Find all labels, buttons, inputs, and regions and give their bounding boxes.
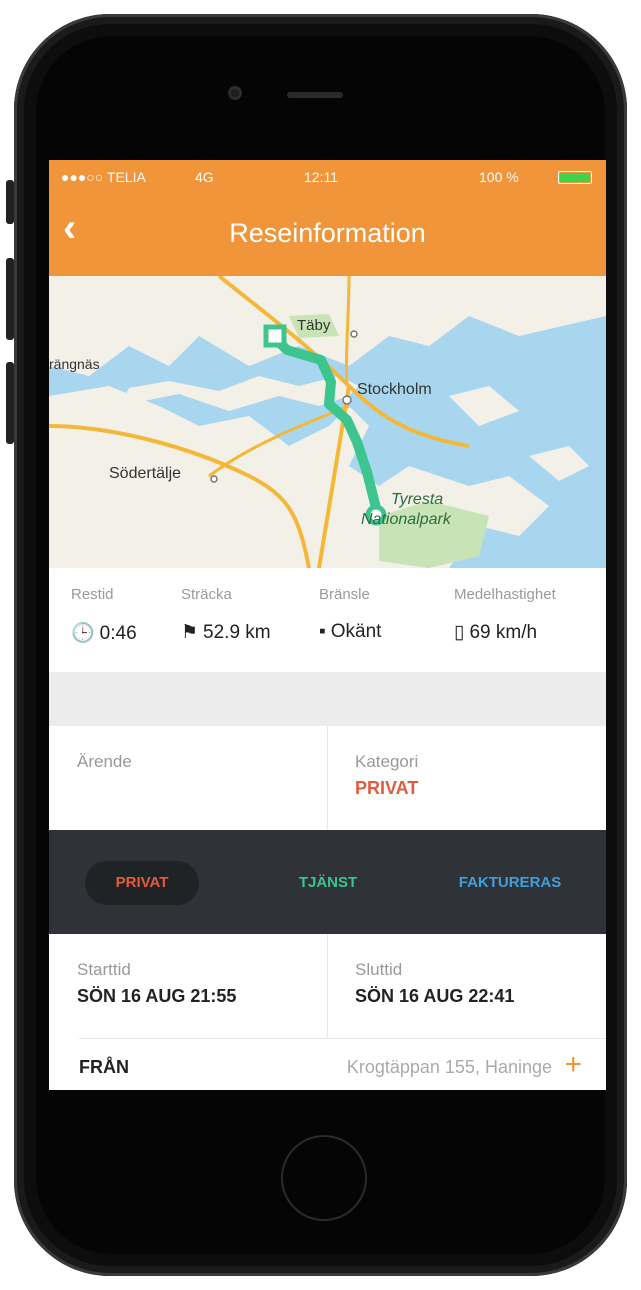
stat-value: 52.9 km — [203, 622, 271, 643]
start-time-label: Starttid — [77, 960, 131, 979]
route-map[interactable]: Täby rängnäs Stockholm Södertälje Tyrest… — [49, 276, 606, 568]
battery-icon — [558, 171, 592, 184]
clock-label: 12:11 — [304, 169, 338, 185]
category-label: Kategori — [355, 752, 419, 771]
stat-label: Bränsle — [319, 586, 370, 603]
segment-privat[interactable]: PRIVAT — [85, 861, 199, 905]
mute-switch — [6, 180, 14, 224]
battery-percent: 100 % — [479, 169, 519, 185]
end-time-label: Sluttid — [355, 960, 403, 979]
map-label-sodertalje: Södertälje — [109, 465, 181, 482]
errand-label: Ärende — [77, 752, 132, 771]
front-camera — [228, 86, 242, 100]
earpiece-speaker — [287, 92, 343, 98]
stat-label: Medelhastighet — [454, 586, 556, 603]
map-label-taby: Täby — [297, 317, 331, 334]
stat-avg-speed: Medelhastighet ▯ 69 km/h — [454, 586, 556, 644]
stat-value: Okänt — [330, 621, 382, 642]
category-field[interactable]: Kategori PRIVAT — [355, 752, 418, 799]
end-time-field[interactable]: Sluttid SÖN 16 AUG 22:41 — [355, 960, 514, 1007]
category-segmented-control: PRIVAT TJÄNST FAKTURERAS — [49, 830, 606, 934]
map-label-nationalpark: Nationalpark — [361, 511, 452, 528]
section-separator — [49, 672, 606, 726]
map-label-tyresta: Tyresta — [391, 491, 443, 508]
map-label-stockholm: Stockholm — [357, 381, 432, 398]
map-canvas: Täby rängnäs Stockholm Södertälje Tyrest… — [49, 276, 606, 568]
from-row[interactable]: FRÅN Krogtäppan 155, Haninge + — [49, 1038, 606, 1090]
network-label: 4G — [195, 169, 214, 185]
navigation-bar: ‹ Reseinformation — [49, 196, 606, 276]
fuel-icon: ▪ — [319, 621, 326, 642]
app-screen: ●●●○○ TELIA 4G 12:11 100 % ‹ Reseinforma… — [49, 160, 606, 1090]
category-value: PRIVAT — [355, 778, 419, 798]
volume-down-button — [6, 362, 14, 444]
carrier-label: ●●●○○ TELIA — [61, 169, 146, 185]
page-title: Reseinformation — [229, 218, 426, 248]
segment-tjanst[interactable]: TJÄNST — [271, 861, 385, 905]
start-time-field[interactable]: Starttid SÖN 16 AUG 21:55 — [77, 960, 236, 1007]
map-label-rangnas: rängnäs — [49, 356, 100, 372]
from-address: Krogtäppan 155, Haninge — [346, 1057, 552, 1077]
route-start-marker — [263, 324, 287, 348]
row-divider — [79, 1038, 606, 1039]
errand-field[interactable]: Ärende — [77, 752, 317, 778]
start-time-value: SÖN 16 AUG 21:55 — [77, 986, 237, 1006]
speedometer-icon: ▯ — [454, 622, 465, 643]
stat-value: 0:46 — [99, 623, 137, 644]
home-button[interactable] — [281, 1135, 367, 1221]
stat-label: Restid — [71, 586, 114, 603]
volume-up-button — [6, 258, 14, 340]
from-label: FRÅN — [79, 1057, 129, 1077]
column-divider — [327, 726, 328, 830]
time-row: Starttid SÖN 16 AUG 21:55 Sluttid SÖN 16… — [49, 934, 606, 1038]
stat-fuel: Bränsle ▪ Okänt — [319, 586, 381, 643]
flag-icon: ⚑ — [181, 622, 199, 643]
stat-travel-time: Restid 🕒 0:46 — [71, 586, 137, 645]
stat-distance: Sträcka ⚑ 52.9 km — [181, 586, 271, 644]
end-time-value: SÖN 16 AUG 22:41 — [355, 986, 515, 1006]
status-bar: ●●●○○ TELIA 4G 12:11 100 % — [49, 160, 606, 196]
errand-category-row: Ärende Kategori PRIVAT — [49, 726, 606, 830]
plus-icon[interactable]: + — [564, 1048, 582, 1082]
clock-icon: 🕒 — [71, 623, 95, 644]
column-divider — [327, 934, 328, 1038]
stat-label: Sträcka — [181, 586, 232, 603]
segment-faktureras[interactable]: FAKTURERAS — [445, 861, 575, 905]
stat-value: 69 km/h — [469, 622, 538, 643]
trip-stats: Restid 🕒 0:46 Sträcka ⚑ 52.9 km Bränsle ▪ O… — [49, 568, 606, 672]
